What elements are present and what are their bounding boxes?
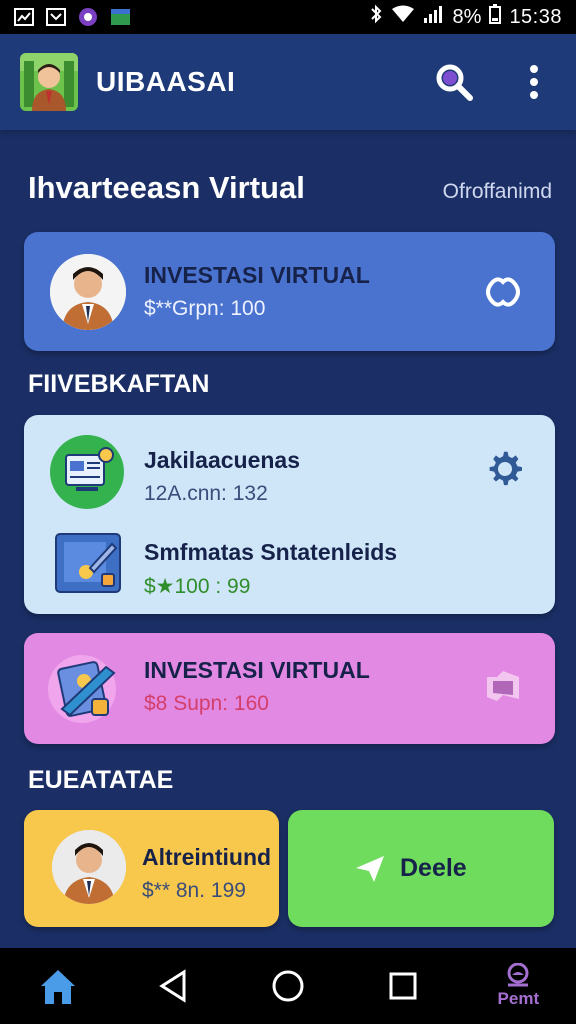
gear-icon: [489, 451, 522, 486]
page-meta-link[interactable]: Ofroffanimd: [443, 180, 552, 204]
section-title-2: EUEATATAE: [28, 766, 174, 794]
yellow-card-title: Altreintiund: [142, 844, 272, 870]
app-title: UIBAASAI: [96, 66, 236, 97]
badge-icon: [486, 277, 520, 307]
yellow-card-subtitle: $** 8n. 199: [142, 879, 246, 902]
profile-avatar: [52, 830, 126, 904]
nav-profile[interactable]: Pemt: [483, 951, 553, 1021]
search-icon: [436, 64, 473, 101]
system-status: 8% 15:38: [369, 4, 562, 30]
pink-card-subtitle: $8 Supn: 160: [144, 692, 269, 715]
status-bar: 8% 15:38: [0, 0, 576, 34]
main-content: Ihvarteeasn Virtual Ofroffanimd INVESTAS…: [0, 130, 576, 948]
tablet-pencil-icon: [48, 651, 128, 727]
delete-button-label: Deele: [400, 854, 467, 882]
navigation-bar: Pemt: [0, 948, 576, 1024]
nav-home[interactable]: [23, 951, 93, 1021]
pink-investment-card[interactable]: INVESTASI VIRTUAL $8 Supn: 160: [24, 633, 555, 744]
battery-percent: 8%: [452, 5, 482, 28]
hero-investment-card[interactable]: INVESTASI VIRTUAL $**Grpn: 100: [24, 232, 555, 351]
back-icon: [158, 969, 186, 1003]
flag-icon: [487, 671, 519, 701]
document-icon: [50, 435, 124, 509]
nav-recents[interactable]: [368, 951, 438, 1021]
clock: 15:38: [509, 5, 562, 28]
more-options-button[interactable]: [512, 60, 556, 104]
page-title: Ihvarteeasn Virtual: [28, 170, 305, 205]
hero-subtitle: $**Grpn: 100: [144, 297, 266, 320]
app-bar: UIBAASAI: [0, 34, 576, 130]
message-notification-icon: [46, 8, 66, 26]
calendar-notification-icon: [110, 8, 130, 26]
pink-card-title: INVESTASI VIRTUAL: [144, 657, 370, 683]
notification-icons: [14, 8, 130, 26]
list-item-1-subtitle: 12A.cnn: 132: [144, 482, 268, 505]
tablet-pen-icon: [54, 530, 124, 596]
profile-icon: [507, 963, 529, 987]
list-item-2-title: Smfmatas Sntatenleids: [144, 539, 398, 565]
section-title-1: FIIVEBKAFTAN: [28, 370, 210, 398]
signal-icon: [423, 5, 445, 29]
wifi-icon: [391, 5, 415, 29]
list-item-1-title: Jakilaacuenas: [144, 447, 301, 473]
image-notification-icon: [14, 8, 34, 26]
yellow-profile-card[interactable]: Altreintiund $** 8n. 199: [24, 810, 279, 927]
more-vert-icon: [530, 65, 538, 99]
nav-home-circle[interactable]: [253, 951, 323, 1021]
bluetooth-icon: [369, 4, 383, 30]
nav-profile-label: Pemt: [497, 989, 540, 1008]
home-circle-icon: [272, 970, 304, 1002]
recents-icon: [389, 972, 417, 1000]
home-icon: [40, 970, 75, 1004]
nav-back[interactable]: [138, 951, 208, 1021]
app-notification-icon: [78, 8, 98, 26]
list-item-2-subtitle: $★100 : 99: [144, 575, 251, 598]
hero-action-button[interactable]: [481, 270, 525, 314]
app-logo: [20, 53, 78, 111]
avatar: [50, 254, 126, 330]
delete-button[interactable]: Deele: [288, 810, 554, 927]
search-button[interactable]: [432, 60, 476, 104]
hero-title: INVESTASI VIRTUAL: [144, 262, 370, 288]
list-item-1-settings-button[interactable]: [483, 447, 527, 491]
battery-icon: [489, 4, 502, 30]
list-card: Jakilaacuenas 12A.cnn: 132 Smfmatas Snta…: [24, 415, 555, 614]
send-icon: [354, 854, 386, 889]
pink-card-action-button[interactable]: [481, 665, 525, 709]
